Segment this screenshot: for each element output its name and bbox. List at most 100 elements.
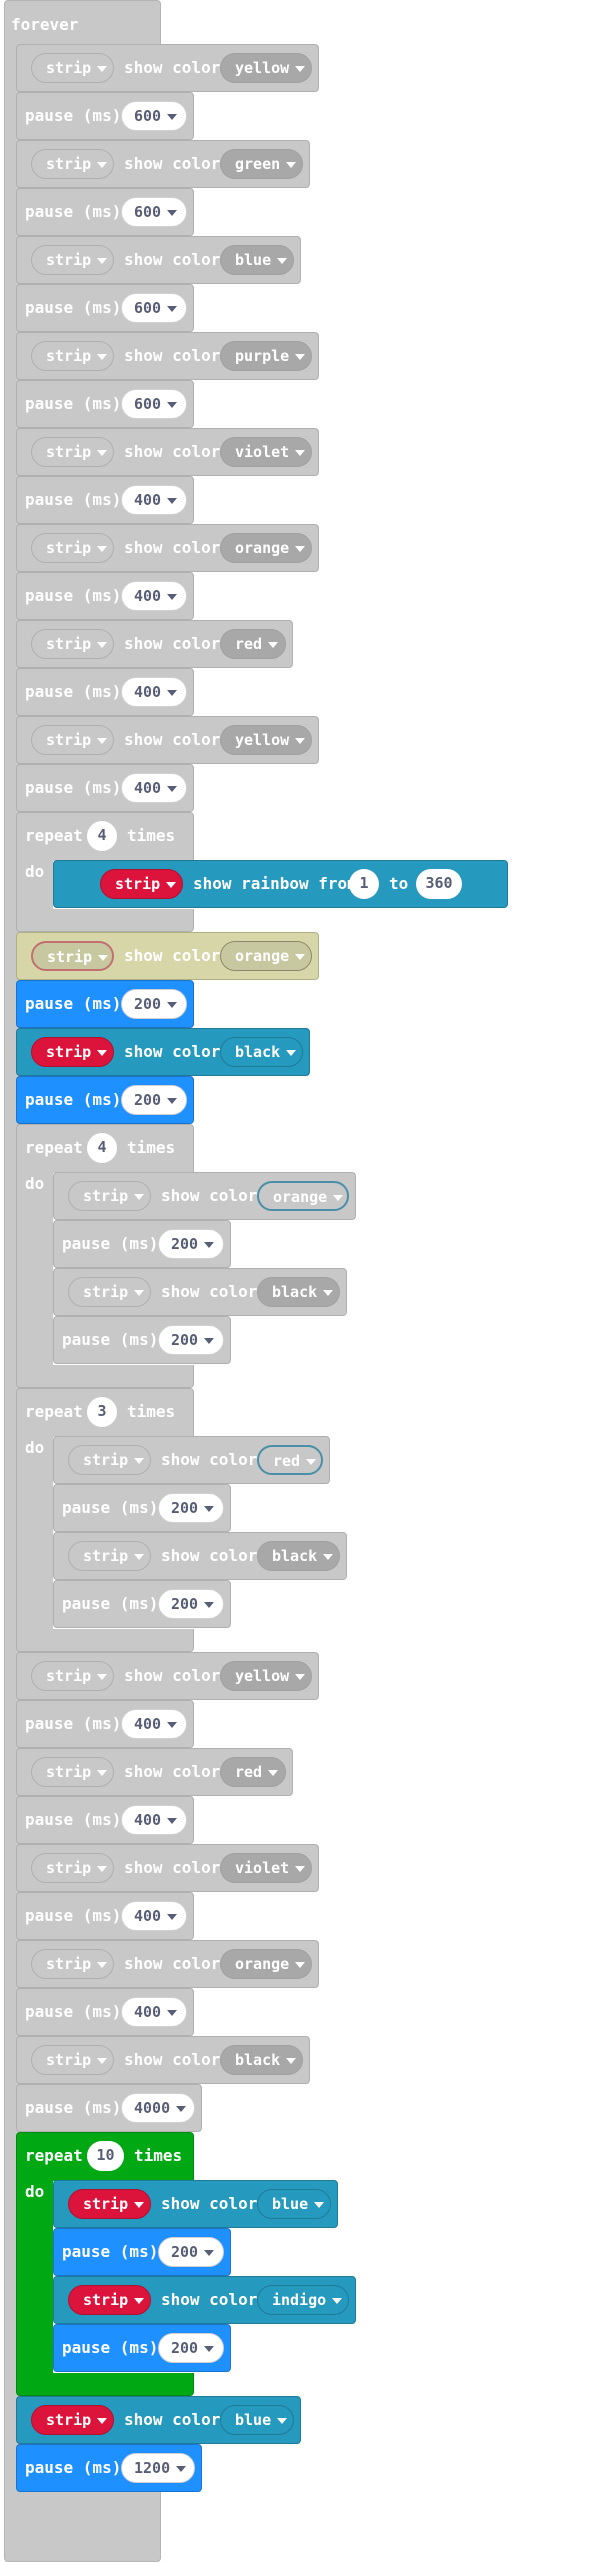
duration-dropdown[interactable]: 1200 [121,2453,195,2483]
duration-dropdown[interactable]: 200 [158,1229,224,1259]
duration-dropdown[interactable]: 400 [121,581,187,611]
duration-dropdown[interactable]: 400 [121,1709,187,1739]
show-color-block[interactable]: strip show color violet [16,1844,319,1892]
show-color-block[interactable]: strip show color orange [53,1172,356,1220]
strip-dropdown[interactable]: strip [68,2189,151,2219]
color-dropdown[interactable]: purple [220,341,312,371]
pause-block[interactable]: pause (ms) 200 [53,1580,231,1628]
color-dropdown[interactable]: black [257,1541,340,1571]
pause-block[interactable]: pause (ms) 400 [16,1796,194,1844]
strip-dropdown[interactable]: strip [31,725,114,755]
color-dropdown[interactable]: violet [220,1853,312,1883]
strip-dropdown[interactable]: strip [31,2405,114,2435]
show-color-block[interactable]: strip show color blue [53,2180,338,2228]
pause-block[interactable]: pause (ms) 200 [53,2324,231,2372]
duration-dropdown[interactable]: 600 [121,101,187,131]
color-dropdown[interactable]: orange [220,1949,312,1979]
duration-dropdown[interactable]: 400 [121,773,187,803]
strip-dropdown[interactable]: strip [31,533,114,563]
strip-dropdown[interactable]: strip [31,341,114,371]
repeat-count-input[interactable]: 3 [87,1397,117,1427]
show-color-block[interactable]: strip show color orange [16,524,319,572]
pause-block[interactable]: pause (ms) 400 [16,1988,194,2036]
color-dropdown[interactable]: violet [220,437,312,467]
repeat-count-input[interactable]: 10 [87,2141,124,2171]
show-color-block[interactable]: strip show color black [53,1532,347,1580]
show-color-block[interactable]: strip show color blue [16,2396,301,2444]
pause-block[interactable]: pause (ms) 600 [16,284,194,332]
pause-block[interactable]: pause (ms) 600 [16,380,194,428]
duration-dropdown[interactable]: 200 [158,1589,224,1619]
color-dropdown[interactable]: orange [220,941,312,971]
show-color-block[interactable]: strip show color black [53,1268,347,1316]
strip-dropdown[interactable]: strip [31,53,114,83]
color-dropdown[interactable]: blue [257,2189,331,2219]
color-dropdown[interactable]: green [220,149,303,179]
show-color-block[interactable]: strip show color violet [16,428,319,476]
color-dropdown[interactable]: yellow [220,725,312,755]
show-color-block[interactable]: strip show color red [53,1436,330,1484]
duration-dropdown[interactable]: 200 [158,1493,224,1523]
show-color-block[interactable]: strip show color green [16,140,310,188]
strip-dropdown[interactable]: strip [68,1445,151,1475]
color-dropdown[interactable]: red [257,1445,323,1475]
strip-dropdown[interactable]: strip [31,149,114,179]
pause-block[interactable]: pause (ms) 200 [53,1220,231,1268]
color-dropdown[interactable]: orange [257,1181,349,1211]
color-dropdown[interactable]: red [220,629,286,659]
duration-dropdown[interactable]: 200 [158,2237,224,2267]
show-color-block[interactable]: strip show color yellow [16,716,319,764]
strip-dropdown[interactable]: strip [100,869,183,899]
duration-dropdown[interactable]: 400 [121,1901,187,1931]
strip-dropdown[interactable]: strip [31,1949,114,1979]
show-color-block[interactable]: strip show color yellow [16,1652,319,1700]
color-dropdown[interactable]: indigo [257,2285,349,2315]
show-color-block[interactable]: strip show color red [16,620,293,668]
duration-dropdown[interactable]: 4000 [121,2093,195,2123]
show-color-block[interactable]: strip show color yellow [16,44,319,92]
pause-block[interactable]: pause (ms) 200 [16,980,194,1028]
pause-block[interactable]: pause (ms) 600 [16,92,194,140]
pause-block[interactable]: pause (ms) 600 [16,188,194,236]
strip-dropdown[interactable]: strip [31,941,114,971]
strip-dropdown[interactable]: strip [31,1661,114,1691]
duration-dropdown[interactable]: 200 [158,1325,224,1355]
strip-dropdown[interactable]: strip [68,2285,151,2315]
strip-dropdown[interactable]: strip [68,1541,151,1571]
duration-dropdown[interactable]: 600 [121,293,187,323]
strip-dropdown[interactable]: strip [31,1853,114,1883]
duration-dropdown[interactable]: 400 [121,677,187,707]
strip-dropdown[interactable]: strip [68,1181,151,1211]
show-rainbow-block[interactable]: strip show rainbow from 1 to 360 [53,860,508,908]
repeat-count-input[interactable]: 4 [87,821,117,851]
strip-dropdown[interactable]: strip [68,1277,151,1307]
duration-dropdown[interactable]: 400 [121,1997,187,2027]
show-color-block[interactable]: strip show color red [16,1748,293,1796]
color-dropdown[interactable]: blue [220,2405,294,2435]
show-color-block[interactable]: strip show color purple [16,332,319,380]
show-color-block[interactable]: strip show color black [16,1028,310,1076]
pause-block[interactable]: pause (ms) 1200 [16,2444,202,2492]
show-color-block[interactable]: strip show color black [16,2036,310,2084]
pause-block[interactable]: pause (ms) 200 [53,1316,231,1364]
duration-dropdown[interactable]: 200 [121,989,187,1019]
color-dropdown[interactable]: black [220,1037,303,1067]
repeat-count-input[interactable]: 4 [87,1133,117,1163]
show-color-block[interactable]: strip show color orange [16,1940,319,1988]
color-dropdown[interactable]: orange [220,533,312,563]
strip-dropdown[interactable]: strip [31,629,114,659]
pause-block[interactable]: pause (ms) 200 [16,1076,194,1124]
strip-dropdown[interactable]: strip [31,1037,114,1067]
duration-dropdown[interactable]: 400 [121,1805,187,1835]
pause-block[interactable]: pause (ms) 400 [16,668,194,716]
strip-dropdown[interactable]: strip [31,1757,114,1787]
pause-block[interactable]: pause (ms) 400 [16,764,194,812]
duration-dropdown[interactable]: 200 [121,1085,187,1115]
color-dropdown[interactable]: yellow [220,1661,312,1691]
strip-dropdown[interactable]: strip [31,2045,114,2075]
color-dropdown[interactable]: blue [220,245,294,275]
color-dropdown[interactable]: black [257,1277,340,1307]
strip-dropdown[interactable]: strip [31,437,114,467]
show-color-block[interactable]: strip show color indigo [53,2276,356,2324]
duration-dropdown[interactable]: 600 [121,197,187,227]
